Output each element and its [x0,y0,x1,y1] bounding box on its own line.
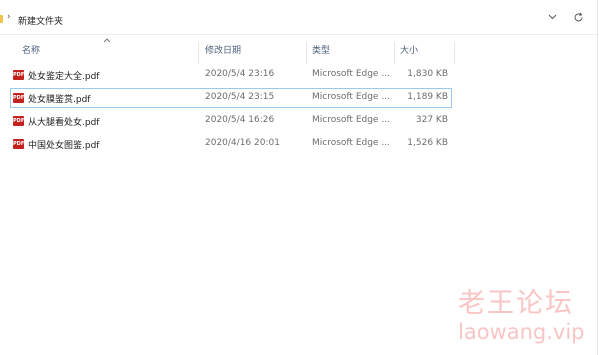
pane-divider [597,0,598,355]
breadcrumb-folder[interactable]: 新建文件夹 [18,14,63,27]
pdf-file-icon: PDF [13,70,25,80]
address-dropdown-icon[interactable] [548,13,557,23]
file-type: Microsoft Edge ... [312,115,390,125]
file-modified: 2020/5/4 23:15 [205,92,275,102]
file-type: Microsoft Edge ... [312,69,390,79]
file-name: 从大腿看处女.pdf [28,118,100,128]
file-type: Microsoft Edge ... [312,138,390,148]
column-header-size[interactable]: 大小 [400,44,418,62]
file-size: 1,830 KB [407,69,448,79]
pdf-file-icon: PDF [13,116,25,126]
breadcrumb-chevron-icon[interactable]: › [7,12,11,22]
file-name: 处女膜鉴赏.pdf [28,95,91,105]
file-size: 327 KB [415,115,448,125]
column-separator[interactable] [306,42,307,64]
file-row[interactable]: PDF 中国处女图鉴.pdf 2020/4/16 20:01 Microsoft… [10,134,452,154]
pdf-file-icon: PDF [13,93,25,103]
column-separator[interactable] [454,42,455,64]
file-modified: 2020/5/4 16:26 [205,115,275,125]
file-modified: 2020/4/16 20:01 [205,138,280,148]
file-size: 1,189 KB [407,92,448,102]
watermark: 老王论坛 laowang.vip [458,288,593,344]
watermark-url: laowang.vip [458,320,585,344]
column-header-modified[interactable]: 修改日期 [205,44,241,62]
column-separator[interactable] [394,42,395,64]
address-bar: › 新建文件夹 [0,4,599,35]
sort-ascending-icon [103,36,111,46]
address-input[interactable] [0,8,560,30]
file-name: 中国处女图鉴.pdf [28,141,100,151]
column-header-name[interactable]: 名称 [22,44,40,62]
column-header-type[interactable]: 类型 [312,44,330,62]
file-type: Microsoft Edge ... [312,92,390,102]
file-size: 1,526 KB [407,138,448,148]
pdf-file-icon: PDF [13,139,25,149]
file-modified: 2020/5/4 23:16 [205,69,275,79]
file-name: 处女鉴定大全.pdf [28,72,100,82]
column-separator[interactable] [198,42,199,64]
file-row[interactable]: PDF 处女鉴定大全.pdf 2020/5/4 23:16 Microsoft … [10,65,452,85]
refresh-icon[interactable] [568,10,588,30]
watermark-title: 老王论坛 [458,288,574,319]
file-row-selected[interactable]: PDF 处女膜鉴赏.pdf 2020/5/4 23:15 Microsoft E… [10,88,452,108]
file-row[interactable]: PDF 从大腿看处女.pdf 2020/5/4 16:26 Microsoft … [10,111,452,131]
